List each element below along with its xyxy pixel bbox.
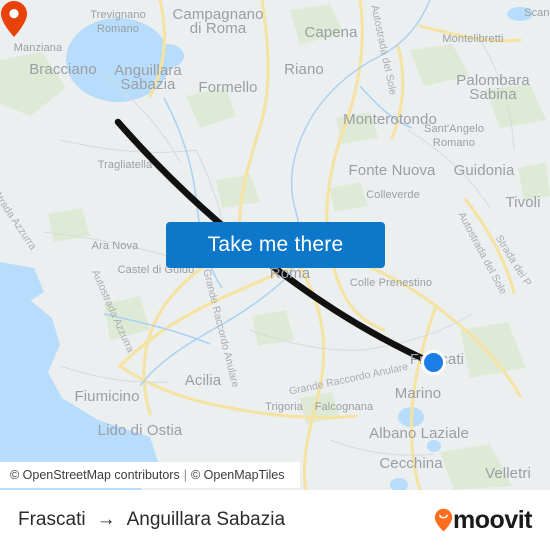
openmaptiles-attribution-link[interactable]: © OpenMapTiles xyxy=(191,468,285,482)
map-pin-icon[interactable] xyxy=(0,0,28,38)
moovit-wordmark: moovit xyxy=(453,505,532,534)
moovit-logo[interactable]: moovit xyxy=(434,506,532,535)
trip-summary: Frascati → Anguillara Sabazia xyxy=(18,509,285,531)
trip-footer: Frascati → Anguillara Sabazia moovit xyxy=(0,490,550,550)
moovit-pin-icon xyxy=(434,508,453,532)
map-place-label: Trevignano Romano xyxy=(90,9,146,35)
map-place-label: Lido di Ostia xyxy=(97,422,183,439)
arrow-right-icon: → xyxy=(96,509,116,530)
map-place-label: Albano Laziale xyxy=(369,425,469,442)
map-place-label: Campagnano di Roma xyxy=(172,6,264,37)
map-place-label: Tragliatella xyxy=(97,159,153,171)
map-place-label: Fonte Nuova xyxy=(348,162,436,179)
map-canvas[interactable]: Trevignano Romano Campagnano di Roma Manzian… xyxy=(0,0,550,490)
map-place-label: Montelibretti xyxy=(442,33,504,45)
location-dot-icon[interactable] xyxy=(421,350,446,375)
map-place-label: Palombara Sabina xyxy=(456,72,530,103)
take-me-there-button[interactable]: Take me there xyxy=(166,222,385,268)
map-attribution: © OpenStreetMap contributors | © OpenMap… xyxy=(0,462,300,488)
map-place-label: Anguillara Sabazia xyxy=(114,62,182,93)
moovit-trip-screen: Trevignano Romano Campagnano di Roma Manzian… xyxy=(0,0,550,550)
map-place-label: Formello xyxy=(198,79,258,96)
map-place-label: Guidonia xyxy=(453,162,515,179)
map-place-label: Cecchina xyxy=(379,455,443,472)
map-place-label: Marino xyxy=(394,385,442,402)
map-place-label: Colle Prenestino xyxy=(349,277,433,289)
map-place-label: Fiumicino xyxy=(74,388,140,405)
map-place-label: Tivoli xyxy=(505,194,541,211)
map-place-label: Ara Nova xyxy=(91,240,139,252)
map-place-label: Capena xyxy=(304,24,358,41)
map-place-label: Bracciano xyxy=(29,61,97,78)
map-place-label: Manziana xyxy=(13,42,63,54)
map-place-label: Colleverde xyxy=(366,189,420,201)
attribution-separator: | xyxy=(183,468,187,482)
map-place-label: Riano xyxy=(284,61,324,78)
map-place-label: Scand xyxy=(524,7,550,19)
osm-attribution-link[interactable]: © OpenStreetMap contributors xyxy=(10,468,180,482)
map-place-label: Velletri xyxy=(485,465,531,482)
map-place-label: Acilia xyxy=(184,372,222,389)
map-place-label: Falcognana xyxy=(314,401,374,413)
map-place-label: Trigoria xyxy=(265,401,303,413)
map-place-label: Roma xyxy=(269,265,311,282)
trip-destination: Anguillara Sabazia xyxy=(126,509,286,530)
map-place-label: Sant'Angelo Romano xyxy=(423,123,485,149)
trip-origin: Frascati xyxy=(18,509,86,530)
